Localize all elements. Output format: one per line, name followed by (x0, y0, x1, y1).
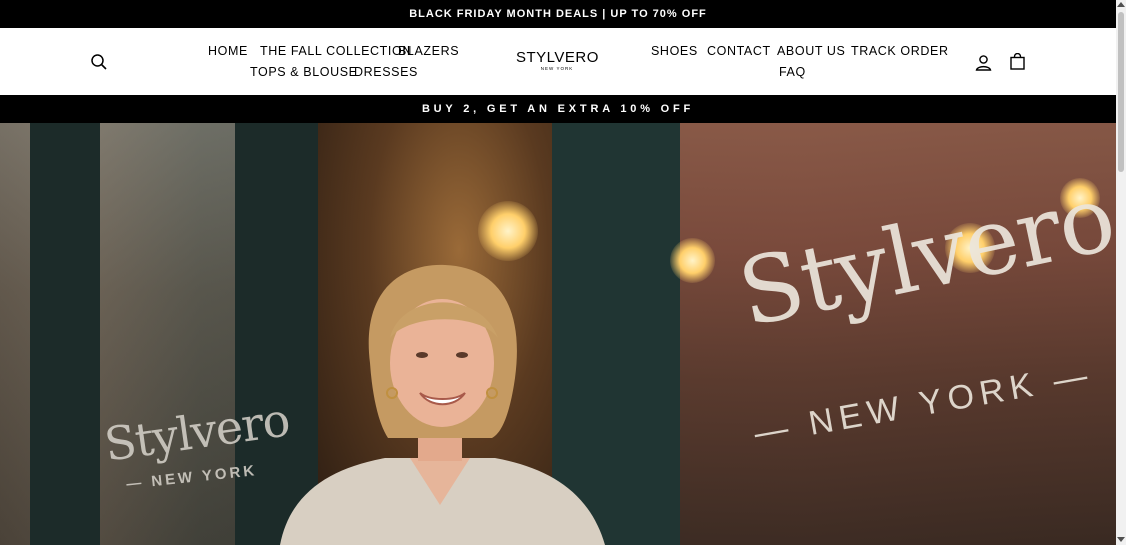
shopping-bag-icon (1010, 52, 1025, 70)
site-logo[interactable]: STYLVERO NEW YORK (516, 50, 598, 72)
logo-tagline: NEW YORK (540, 66, 574, 71)
nav-dresses[interactable]: DRESSES (354, 65, 418, 79)
hero-window-frame (30, 123, 100, 545)
announcement-bar: BLACK FRIDAY MONTH DEALS | UP TO 70% OFF (0, 0, 1116, 28)
site-header: HOME THE FALL COLLECTION BLAZERS TOPS & … (0, 28, 1116, 95)
cart-button[interactable] (1009, 52, 1026, 70)
search-button[interactable] (90, 53, 108, 71)
hero-banner[interactable]: Stylvero — NEW YORK — Stylvero — NEW YOR… (0, 123, 1116, 545)
announcement-text: BLACK FRIDAY MONTH DEALS | UP TO 70% OFF (409, 8, 707, 20)
nav-contact[interactable]: CONTACT (707, 44, 771, 58)
scrollbar-thumb[interactable] (1118, 12, 1124, 172)
nav-about-us[interactable]: ABOUT US (777, 44, 845, 58)
account-button[interactable] (975, 54, 992, 71)
scroll-up-icon[interactable] (1117, 2, 1125, 7)
nav-shoes[interactable]: SHOES (651, 44, 698, 58)
nav-faq[interactable]: FAQ (779, 65, 806, 79)
scroll-down-icon[interactable] (1117, 537, 1125, 542)
hero-model-figure (280, 264, 605, 545)
promo-bar: BUY 2, GET AN EXTRA 10% OFF (0, 95, 1116, 123)
nav-home[interactable]: HOME (208, 44, 248, 58)
nav-tops-blouse[interactable]: TOPS & BLOUSE (250, 65, 358, 79)
nav-blazers[interactable]: BLAZERS (398, 44, 459, 58)
logo-wordmark: STYLVERO (516, 49, 599, 66)
search-icon (91, 54, 107, 70)
user-icon (975, 55, 992, 71)
nav-fall-collection[interactable]: THE FALL COLLECTION (260, 44, 412, 58)
promo-text: BUY 2, GET AN EXTRA 10% OFF (421, 103, 695, 115)
hero-lamp-light (670, 238, 715, 283)
nav-track-order[interactable]: TRACK ORDER (851, 44, 949, 58)
